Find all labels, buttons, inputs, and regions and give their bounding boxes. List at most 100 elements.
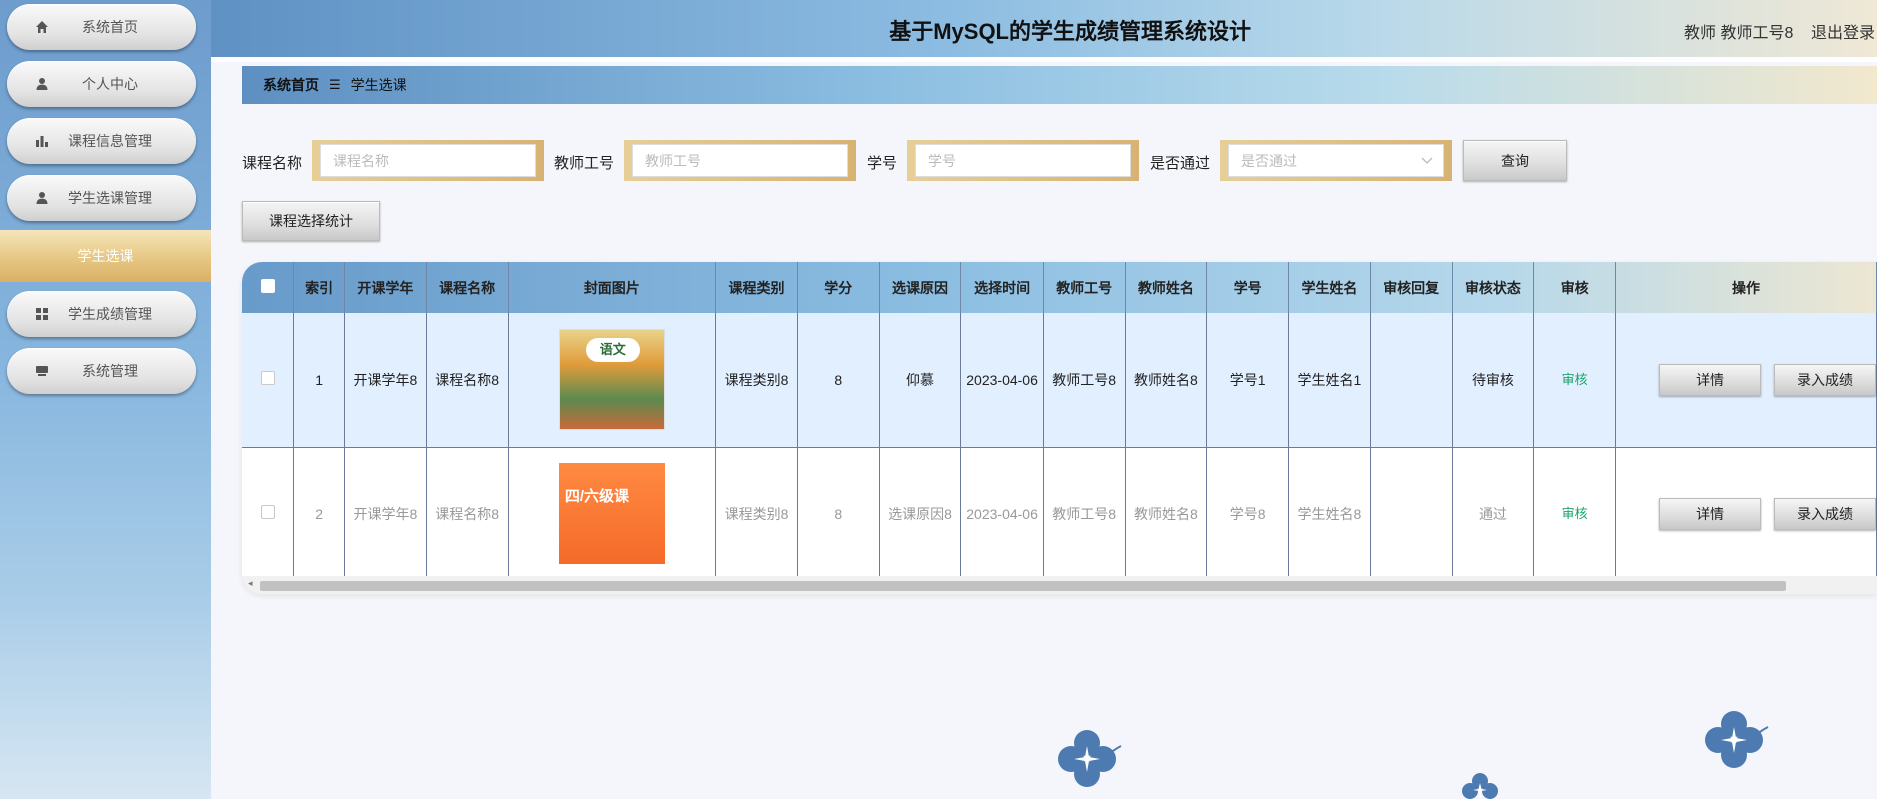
cell-cover: 语文 (508, 313, 717, 448)
scrollbar-thumb[interactable] (260, 581, 1786, 591)
cell-index: 2 (293, 447, 346, 581)
sidebar-item-profile[interactable]: 个人中心 (7, 61, 196, 107)
table-row[interactable]: 2 开课学年8 课程名称8 四/六级课 课程类别8 8 选课原因8 2023-0… (242, 447, 1877, 581)
teacher-no-input[interactable]: 教师工号 (624, 140, 856, 181)
scroll-left-icon[interactable]: ◂ (248, 578, 253, 589)
sidebar-item-home[interactable]: 系统首页 (7, 4, 196, 50)
cell-category: 课程类别8 (715, 313, 798, 448)
sidebar-item-label: 学生成绩管理 (68, 306, 152, 322)
cell-index: 1 (293, 313, 346, 448)
sidebar-item-label: 课程信息管理 (68, 133, 152, 149)
enter-grade-button[interactable]: 录入成绩 (1773, 497, 1876, 530)
row-checkbox[interactable] (260, 370, 275, 385)
column-header[interactable]: 学生姓名 (1288, 262, 1371, 313)
breadcrumb: 系统首页 ☰ 学生选课 (242, 66, 1877, 104)
cell-category: 课程类别8 (715, 447, 798, 581)
cell-student-name: 学生姓名8 (1288, 447, 1371, 581)
column-header[interactable]: 课程类别 (715, 262, 798, 313)
column-header-operations: 操作 (1615, 262, 1877, 313)
user-icon (32, 77, 52, 91)
enter-grade-button[interactable]: 录入成绩 (1773, 363, 1876, 396)
cover-image-cet-book: 四/六级课 (558, 463, 665, 564)
cover-title: 语文 (585, 338, 640, 363)
column-header[interactable]: 审核状态 (1452, 262, 1535, 313)
cell-teacher-no: 教师工号8 (1043, 313, 1126, 448)
cell-reason: 仰慕 (879, 313, 962, 448)
sidebar-item-course-selection[interactable]: 学生选课管理 (7, 175, 196, 221)
passed-placeholder: 是否通过 (1241, 152, 1297, 169)
cell-time: 2023-04-06 (960, 313, 1044, 448)
sidebar-subitem-student-selection[interactable]: 学生选课 (0, 230, 211, 282)
column-header[interactable]: 教师姓名 (1125, 262, 1208, 313)
student-no-label: 学号 (867, 155, 898, 172)
selection-table-container: 索引 开课学年 课程名称 封面图片 课程类别 学分 选课原因 选择时间 教师工号… (242, 262, 1877, 594)
sidebar-item-grades[interactable]: 学生成绩管理 (7, 291, 196, 337)
teacher-no-label: 教师工号 (554, 155, 615, 172)
cell-course: 课程名称8 (426, 447, 509, 581)
grid-icon (32, 307, 52, 321)
row-checkbox[interactable] (260, 504, 275, 519)
cell-year: 开课学年8 (344, 447, 427, 581)
cell-student-name: 学生姓名1 (1288, 313, 1371, 448)
passed-select[interactable]: 是否通过 (1220, 140, 1452, 181)
cell-reply (1370, 313, 1453, 448)
course-name-placeholder: 课程名称 (333, 152, 389, 169)
bar-chart-icon (32, 134, 52, 148)
cell-teacher-name: 教师姓名8 (1125, 313, 1208, 448)
cover-title: 四/六级课 (564, 488, 629, 505)
column-header[interactable]: 课程名称 (426, 262, 509, 313)
course-name-input[interactable]: 课程名称 (312, 140, 544, 181)
flower-decoration-icon (1058, 730, 1122, 787)
column-header[interactable]: 索引 (293, 262, 346, 313)
query-button[interactable]: 查询 (1463, 140, 1567, 181)
select-all-checkbox[interactable] (260, 279, 275, 293)
breadcrumb-current: 学生选课 (350, 77, 407, 93)
course-stats-button[interactable]: 课程选择统计 (242, 201, 380, 241)
app-title: 基于MySQL的学生成绩管理系统设计 (889, 19, 1251, 44)
column-header[interactable]: 审核回复 (1370, 262, 1453, 313)
cell-operations: 详情 录入成绩 (1615, 447, 1877, 581)
sidebar-item-label: 系统首页 (82, 19, 138, 35)
sidebar-item-system[interactable]: 系统管理 (7, 348, 196, 394)
audit-link[interactable]: 审核 (1562, 506, 1588, 521)
column-header[interactable]: 学分 (797, 262, 880, 313)
cell-student-no: 学号8 (1206, 447, 1290, 581)
column-header[interactable]: 选课原因 (879, 262, 962, 313)
student-no-placeholder: 学号 (928, 152, 956, 169)
teacher-no-placeholder: 教师工号 (645, 152, 701, 169)
sidebar-item-label: 系统管理 (82, 363, 138, 379)
cell-status: 通过 (1452, 447, 1535, 581)
cell-credit: 8 (797, 447, 880, 581)
column-header[interactable]: 审核 (1533, 262, 1617, 313)
table-row[interactable]: 1 开课学年8 课程名称8 语文 课程类别8 8 仰慕 2023-04-06 教… (242, 313, 1877, 448)
cell-cover: 四/六级课 (508, 447, 717, 581)
cell-time: 2023-04-06 (960, 447, 1044, 581)
flower-decoration-icon (1462, 773, 1498, 799)
column-header[interactable]: 教师工号 (1043, 262, 1126, 313)
cell-teacher-name: 教师姓名8 (1125, 447, 1208, 581)
passed-label: 是否通过 (1150, 155, 1211, 172)
cell-operations: 详情 录入成绩 (1615, 313, 1877, 448)
column-header[interactable]: 封面图片 (508, 262, 717, 313)
detail-button[interactable]: 详情 (1659, 497, 1762, 530)
sidebar: 系统首页 个人中心 课程信息管理 学生选课管理 学生选课 学生成绩管理 系统管理 (0, 0, 211, 799)
cell-audit: 审核 (1533, 313, 1617, 448)
horizontal-scrollbar[interactable]: ◂ (242, 576, 1877, 594)
column-header[interactable]: 开课学年 (344, 262, 427, 313)
sidebar-item-label: 个人中心 (82, 76, 138, 92)
detail-button[interactable]: 详情 (1659, 363, 1762, 396)
cell-year: 开课学年8 (344, 313, 427, 448)
breadcrumb-home[interactable]: 系统首页 (263, 75, 319, 95)
header-divider (211, 57, 1877, 62)
top-header: 基于MySQL的学生成绩管理系统设计 教师 教师工号8 退出登录 (211, 0, 1877, 57)
student-no-input[interactable]: 学号 (907, 140, 1139, 181)
cover-image-chinese-book: 语文 (558, 329, 665, 431)
current-user: 教师 教师工号8 (1684, 25, 1794, 42)
logout-link[interactable]: 退出登录 (1811, 19, 1875, 43)
sidebar-item-course-info[interactable]: 课程信息管理 (7, 118, 196, 164)
column-header[interactable]: 学号 (1206, 262, 1290, 313)
column-header[interactable]: 选择时间 (960, 262, 1044, 313)
select-all-cell[interactable] (242, 262, 295, 313)
menu-separator-icon: ☰ (329, 77, 341, 92)
audit-link[interactable]: 审核 (1562, 372, 1588, 387)
